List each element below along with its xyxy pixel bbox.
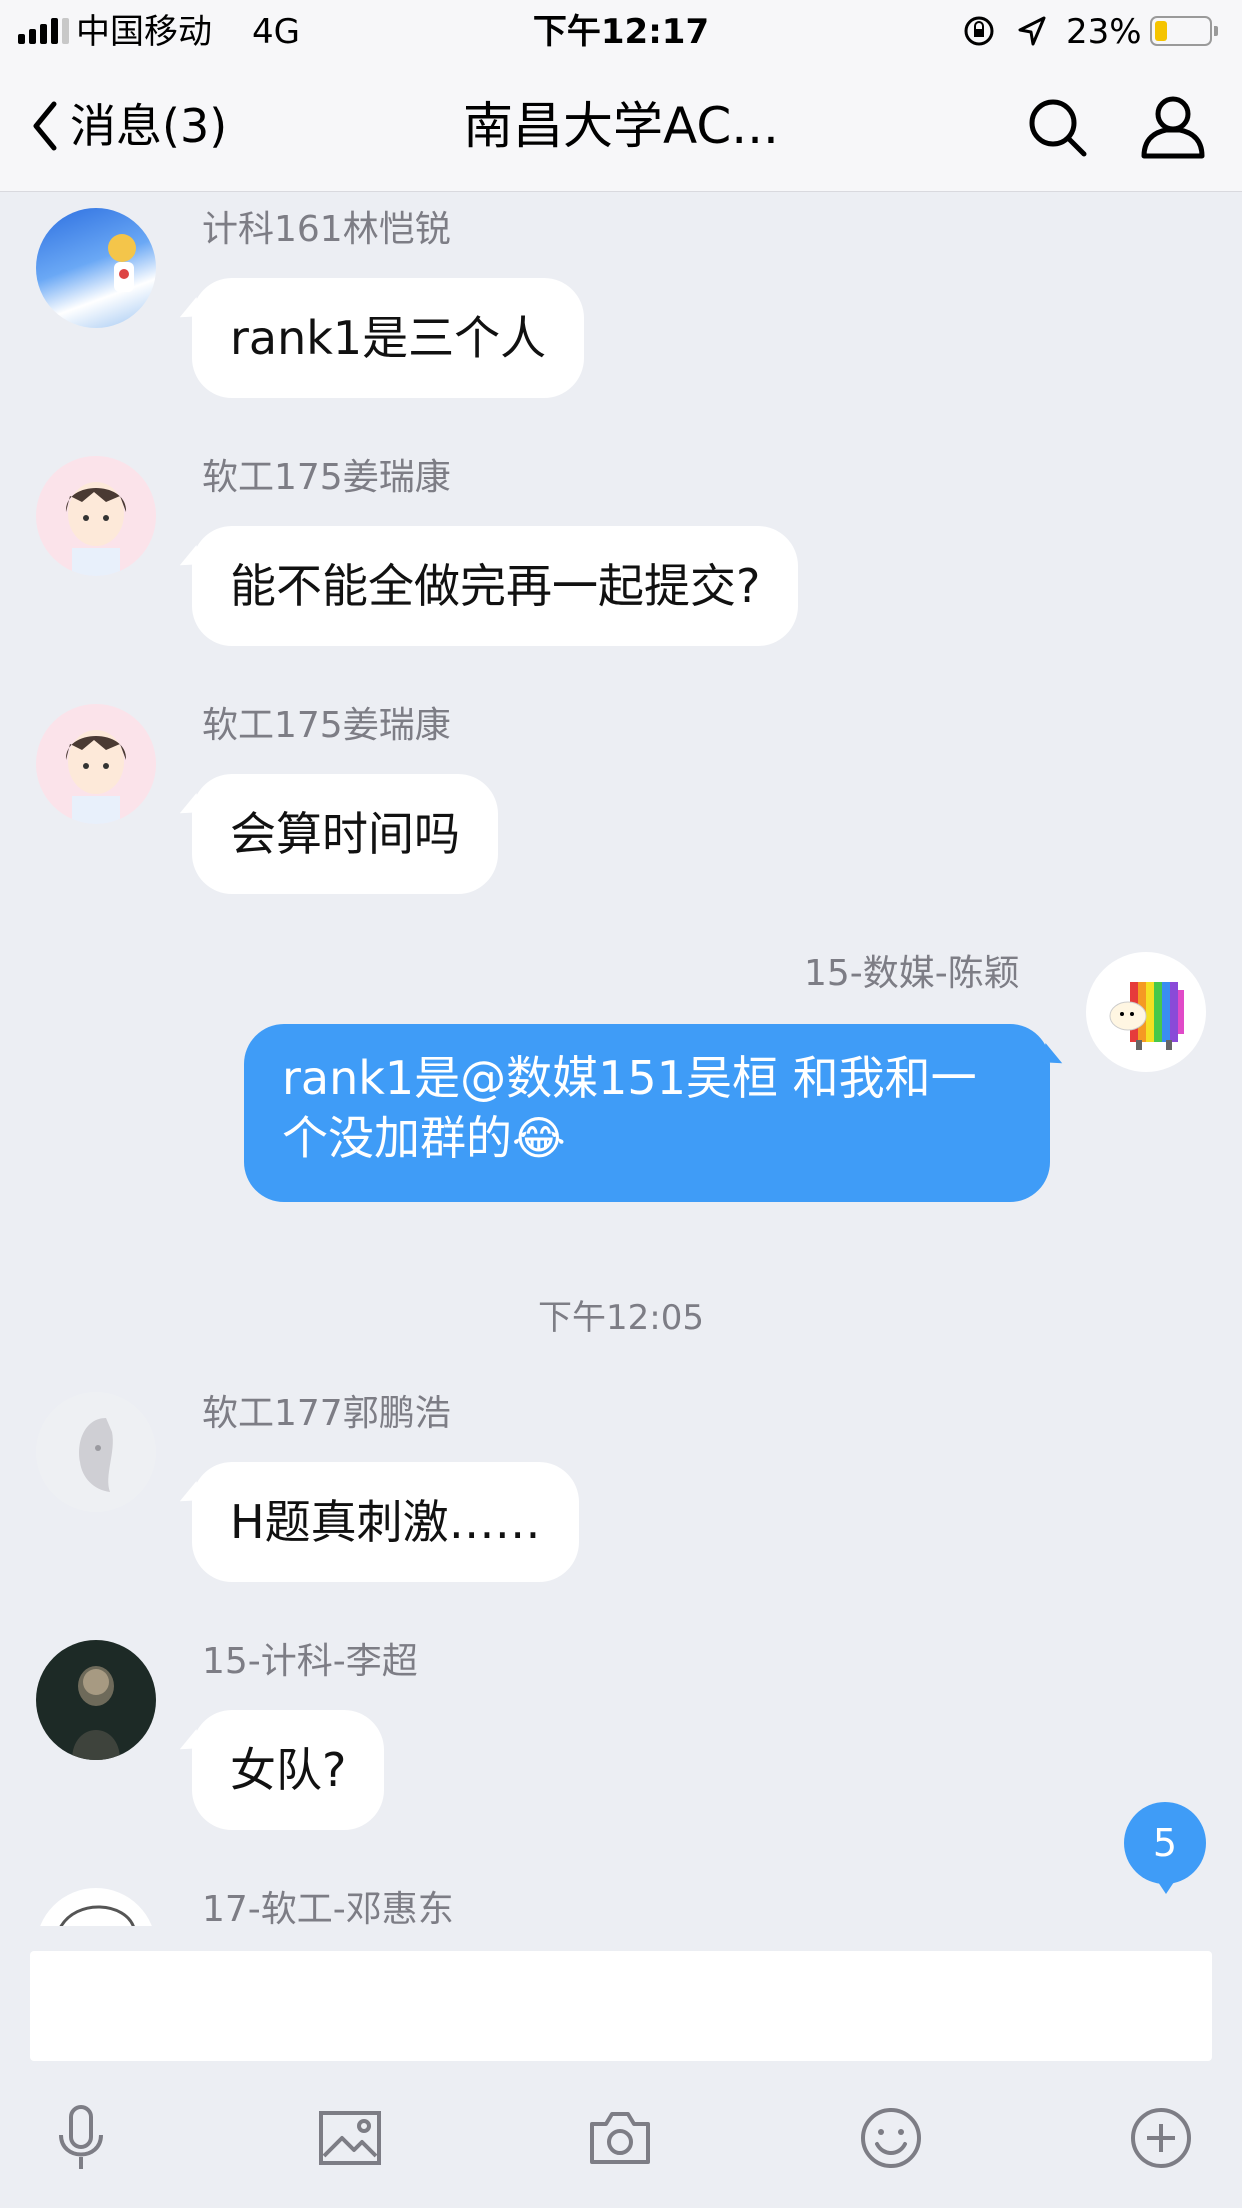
search-button[interactable] — [1026, 96, 1090, 164]
status-time: 下午12:17 — [532, 12, 710, 52]
voice-button[interactable] — [41, 2098, 121, 2178]
message-bubble[interactable]: 能不能全做完再一起提交? — [192, 526, 799, 646]
avatar[interactable] — [36, 1888, 156, 1926]
status-bar: 中国移动 4G 下午12:17 23% — [0, 0, 1242, 62]
timestamp: 下午12:05 — [538, 1298, 704, 1338]
chat-list[interactable]: 计科161林恺锐 rank1是三个人 软工175姜瑞康 能不能全做完再一起提交?… — [0, 192, 1242, 1926]
message-bubble[interactable]: 会算时间吗 — [192, 774, 498, 894]
avatar[interactable] — [36, 456, 156, 576]
orientation-lock-icon — [962, 14, 996, 52]
avatar[interactable] — [36, 208, 156, 328]
image-icon — [319, 2111, 381, 2165]
sender-name: 软工175姜瑞康 — [202, 705, 451, 746]
microphone-icon — [59, 2105, 103, 2169]
unread-count-badge[interactable]: 5 — [1124, 1802, 1206, 1894]
avatar[interactable] — [1086, 952, 1206, 1072]
sender-name: 计科161林恺锐 — [202, 209, 451, 250]
sender-name: 15-数媒-陈颖 — [804, 953, 1020, 994]
location-arrow-icon — [1016, 14, 1048, 52]
photo-button[interactable] — [310, 2098, 390, 2178]
battery-percent: 23% — [1066, 12, 1142, 52]
plus-icon — [1131, 2108, 1191, 2168]
search-icon — [1029, 99, 1087, 157]
more-button[interactable] — [1121, 2098, 1201, 2178]
sender-name: 软工175姜瑞康 — [202, 457, 451, 498]
message-bubble[interactable]: 女队? — [192, 1710, 385, 1830]
battery-icon — [1150, 16, 1218, 46]
input-bar — [0, 1926, 1242, 2208]
camera-button[interactable] — [580, 2098, 660, 2178]
nav-bar: 消息(3) 南昌大学AC... — [0, 62, 1242, 192]
avatar[interactable] — [36, 1392, 156, 1512]
sender-name: 软工177郭鹏浩 — [202, 1393, 451, 1434]
person-icon — [1141, 96, 1205, 159]
camera-icon — [590, 2112, 650, 2164]
message-bubble[interactable]: rank1是三个人 — [192, 278, 585, 398]
avatar[interactable] — [36, 1640, 156, 1760]
emoji-icon — [861, 2108, 921, 2168]
message-bubble[interactable]: H题真刺激…… — [192, 1462, 579, 1582]
sender-name: 15-计科-李超 — [202, 1641, 418, 1682]
group-profile-button[interactable] — [1138, 94, 1208, 164]
emoji-button[interactable] — [851, 2098, 931, 2178]
sender-name: 17-软工-邓惠东 — [202, 1889, 454, 1926]
message-input[interactable] — [30, 1951, 1212, 2061]
avatar[interactable] — [36, 704, 156, 824]
message-bubble[interactable]: rank1是@数媒151吴桓 和我和一个没加群的😂 — [244, 1024, 1050, 1202]
